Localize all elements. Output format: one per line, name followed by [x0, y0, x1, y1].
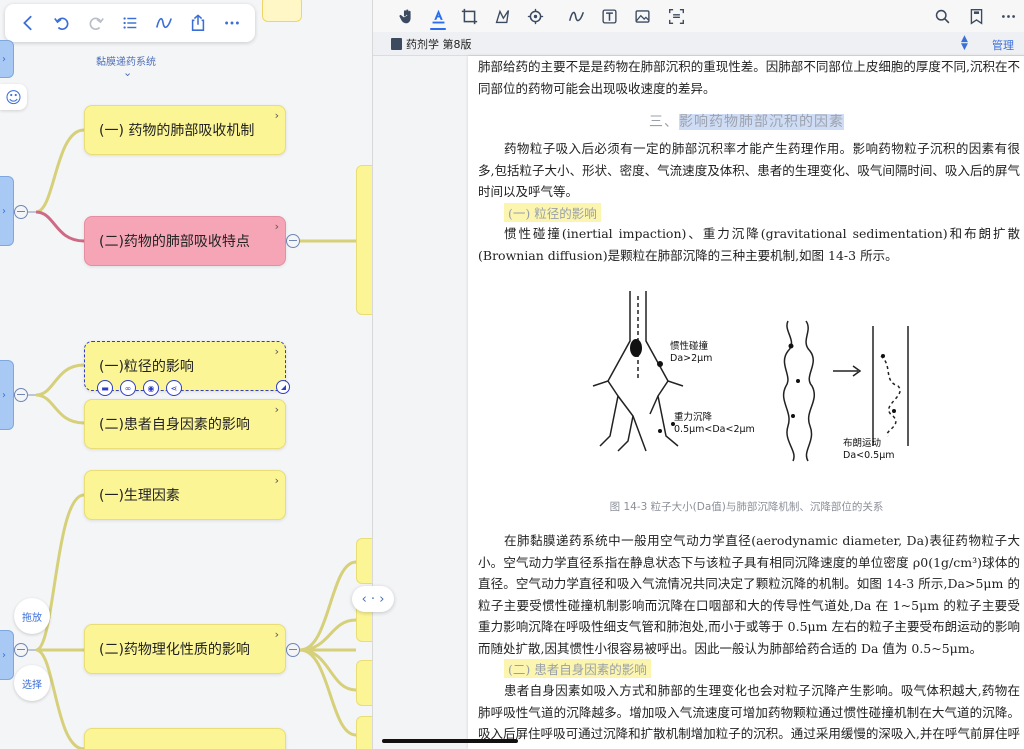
- figure-lung-deposition: 惯性碰撞 Da>2μm 重力沉降 0.5μm<Da<2μm 布朗运动 Da<0.…: [588, 286, 918, 486]
- back-icon[interactable]: [15, 10, 41, 36]
- curve-icon[interactable]: [151, 10, 177, 36]
- node-label: (二)药物的肺部吸收特点: [99, 234, 250, 250]
- chevron-right-icon[interactable]: ›: [275, 474, 279, 487]
- child-node-edge[interactable]: [356, 538, 372, 584]
- subheading-highlighted: (一) 粒径的影响: [504, 203, 601, 222]
- paragraph: 药物粒子吸入后必须有一定的肺部沉积率才能产生药理作用。影响药物粒子沉积的因素有很…: [478, 141, 1020, 199]
- crop-icon[interactable]: [458, 6, 480, 26]
- offscreen-node[interactable]: [262, 0, 302, 22]
- collapse-toggle[interactable]: [14, 388, 28, 402]
- highlighter-icon[interactable]: [427, 6, 449, 30]
- collapse-toggle[interactable]: [14, 205, 28, 219]
- stamp-icon[interactable]: [524, 6, 546, 26]
- search-icon[interactable]: [931, 6, 953, 26]
- parent-node-edge[interactable]: ›: [0, 630, 14, 680]
- document-tabbar: 药剂学 第8版 ▲ ▼ 管理: [373, 32, 1024, 56]
- figure-label: 惯性碰撞 Da>2μm: [670, 341, 712, 365]
- select-button[interactable]: 选择: [14, 665, 50, 701]
- home-indicator[interactable]: [382, 739, 518, 743]
- figure-label-line: 布朗运动: [843, 438, 882, 449]
- section-heading: 三、影响药物肺部沉积的因素: [468, 111, 1024, 131]
- child-node-edge[interactable]: [356, 716, 372, 749]
- resize-handle[interactable]: [276, 380, 290, 394]
- paragraph: 肺部给药的主要不是是药物在肺部沉积的重现性差。因肺部不同部位上皮细胞的厚度不同,…: [478, 59, 1020, 96]
- child-node-edge[interactable]: [356, 660, 372, 706]
- redo-icon[interactable]: [83, 10, 109, 36]
- image-icon[interactable]: [631, 6, 653, 26]
- mindmap-node[interactable]: (二)患者自身因素的影响 ›: [84, 399, 286, 449]
- chevron-right-icon[interactable]: ›: [275, 220, 279, 233]
- node-label: (二)药物理化性质的影响: [99, 642, 250, 658]
- attach-icon[interactable]: ◉: [143, 380, 159, 396]
- figure-label-line: 惯性碰撞: [670, 341, 709, 352]
- paragraph: 惯性碰撞(inertial impaction)、重力沉降(gravitatio…: [478, 226, 1020, 263]
- mindmap-node[interactable]: (二)药物的肺部吸收特点 ›: [84, 216, 286, 266]
- split-divider-handle[interactable]: ‹ · ›: [352, 586, 394, 612]
- emoji-icon[interactable]: ☺: [0, 84, 27, 110]
- pdf-page: 肺部给药的主要不是是药物在肺部沉积的重现性差。因肺部不同部位上皮细胞的厚度不同,…: [468, 56, 1024, 749]
- undo-icon[interactable]: [49, 10, 75, 36]
- selection-actions: ▬ ∞ ◉ ⋖: [97, 380, 182, 396]
- parent-node-edge[interactable]: ›: [0, 360, 14, 430]
- node-label: (二)患者自身因素的影响: [99, 417, 250, 433]
- ocr-icon[interactable]: [665, 6, 687, 26]
- textbox-icon[interactable]: [598, 6, 620, 26]
- manage-button[interactable]: 管理: [992, 37, 1014, 53]
- mindmap-pane: 黏膜递药系统 ⌄ ☺ › › › › (一) 药物的肺部吸收机制 › (二)药物…: [0, 0, 372, 749]
- paragraph: 患者自身因素如吸入方式和肺部的生理变化也会对粒子沉降产生影响。吸气体积越大,药物…: [478, 683, 1020, 749]
- document-tab[interactable]: 药剂学 第8版: [391, 36, 472, 52]
- reader-pane: 药剂学 第8版 ▲ ▼ 管理 肺部给药的主要不是是药物在肺部沉积的重现性差。因肺部…: [372, 0, 1024, 749]
- figure-caption: 图 14-3 粒子大小(Da值)与肺部沉降机制、沉降部位的关系: [609, 501, 884, 513]
- book-icon: [391, 38, 402, 50]
- node-label: (一) 药物的肺部吸收机制: [99, 123, 255, 139]
- node-label: (一)生理因素: [99, 488, 180, 504]
- chevron-right-icon[interactable]: ›: [275, 109, 279, 122]
- reader-toolbar: [373, 0, 1024, 32]
- more-icon[interactable]: [997, 6, 1019, 26]
- mindmap-toolbar: [5, 4, 255, 42]
- bookmark-icon[interactable]: [965, 6, 987, 26]
- child-node-edge[interactable]: [356, 165, 372, 315]
- collapse-toggle[interactable]: [286, 643, 300, 657]
- figure-label-line: Da<0.5μm: [843, 450, 895, 461]
- hand-icon[interactable]: [395, 6, 417, 26]
- figure-label: 布朗运动 Da<0.5μm: [843, 438, 895, 462]
- paragraph: 在肺黏膜递药系统中一般用空气动力学直径(aerodynamic diameter…: [478, 533, 1020, 656]
- heading-number: 三、: [649, 114, 679, 130]
- document-tab-title: 药剂学 第8版: [406, 38, 472, 51]
- parent-node-edge[interactable]: ›: [0, 40, 14, 78]
- share-icon[interactable]: [185, 10, 211, 36]
- mindmap-node[interactable]: (一)生理因素 ›: [84, 470, 286, 520]
- mindmap-node[interactable]: (二)药物理化性质的影响 ›: [84, 624, 286, 674]
- branch-icon[interactable]: ⋖: [166, 380, 182, 396]
- more-icon[interactable]: [219, 10, 245, 36]
- chevron-right-icon[interactable]: ›: [275, 403, 279, 416]
- chevron-right-icon[interactable]: ›: [275, 345, 279, 358]
- chevron-right-icon[interactable]: ›: [275, 628, 279, 641]
- figure-label-line: 重力沉降: [674, 412, 713, 423]
- subheading-highlighted: (二) 患者自身因素的影响: [504, 659, 651, 678]
- sort-arrows-icon[interactable]: ▲ ▼: [961, 35, 968, 52]
- pen-icon[interactable]: [565, 6, 587, 26]
- mindmap-node[interactable]: [84, 728, 286, 749]
- chevron-down-icon[interactable]: ⌄: [123, 66, 132, 79]
- outline-list-icon[interactable]: [117, 10, 143, 36]
- collapse-toggle[interactable]: [14, 643, 28, 657]
- split-view: 黏膜递药系统 ⌄ ☺ › › › › (一) 药物的肺部吸收机制 › (二)药物…: [0, 0, 1024, 749]
- collapse-toggle[interactable]: [286, 234, 300, 248]
- link-icon[interactable]: ∞: [120, 380, 136, 396]
- figure-label-line: 0.5μm<Da<2μm: [674, 424, 755, 435]
- figure-label: 重力沉降 0.5μm<Da<2μm: [674, 412, 755, 436]
- shape-icon[interactable]: [491, 6, 513, 26]
- mindmap-node[interactable]: (一) 药物的肺部吸收机制 ›: [84, 105, 286, 155]
- parent-node-edge[interactable]: ›: [0, 176, 14, 246]
- drag-button[interactable]: 拖放: [14, 598, 50, 634]
- figure-label-line: Da>2μm: [670, 353, 713, 364]
- comment-icon[interactable]: ▬: [97, 380, 113, 396]
- node-label: (一)粒径的影响: [99, 359, 194, 375]
- heading-text: 影响药物肺部沉积的因素: [679, 114, 844, 130]
